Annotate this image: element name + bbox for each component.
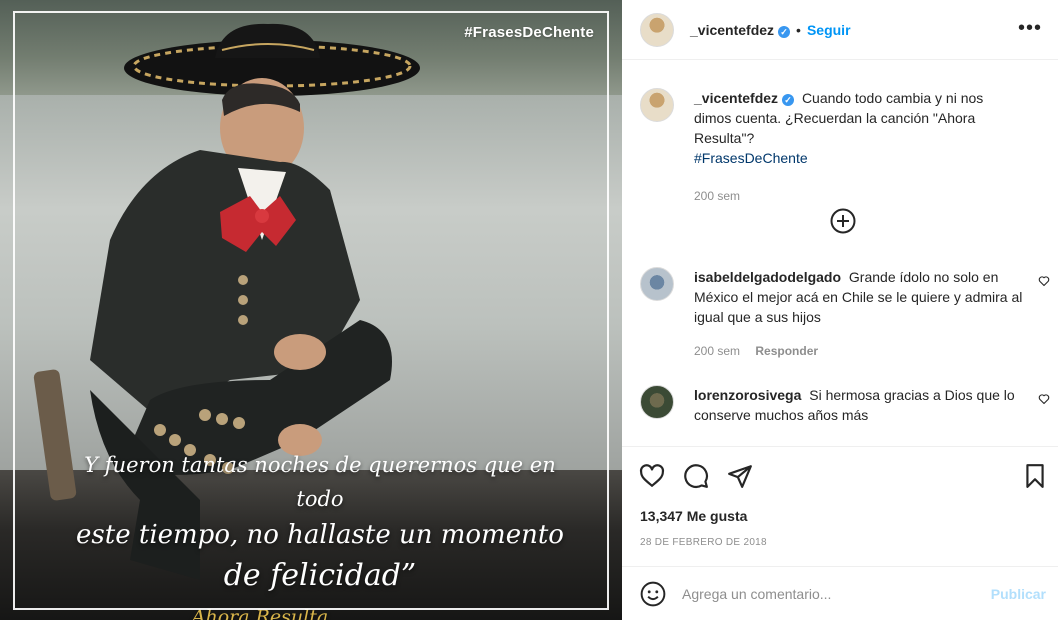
caption: _vicentefdez ✓ Cuando todo cambia y ni no… [640,88,1050,206]
author-avatar[interactable] [640,12,674,47]
verified-badge-icon: ✓ [778,25,791,38]
caption-body: _vicentefdez ✓ Cuando todo cambia y ni no… [694,88,1024,206]
likes-count[interactable]: 13,347 Me gusta [640,508,747,524]
commenter-username[interactable]: isabeldelgadodelgado [694,269,841,285]
post-image[interactable]: #FrasesDeChente Y fueron tantas noches d… [0,0,622,620]
comment-input[interactable] [682,585,972,602]
follow-button[interactable]: Seguir [807,22,851,38]
comment-bubble-icon[interactable] [683,463,709,489]
like-comment-heart-icon[interactable] [1038,275,1050,287]
caption-username[interactable]: _vicentefdez [694,90,778,106]
comment-item: isabeldelgadodelgado Grande ídolo no sol… [640,267,1050,361]
comment-meta: 200 sem Responder [694,341,1024,361]
publish-button[interactable]: Publicar [991,586,1046,602]
quote-line-2: este tiempo, no hallaste un momento [76,520,564,550]
comments-section[interactable]: _vicentefdez ✓ Cuando todo cambia y ni no… [622,60,1058,446]
post-actions: 13,347 Me gusta 28 DE FEBRERO DE 2018 [622,446,1058,566]
header-separator: • [796,21,801,38]
commenter-username[interactable]: lorenzorosivega [694,387,801,403]
author-username-text[interactable]: _vicentefdez [690,22,774,38]
comment-body: isabeldelgadodelgado Grande ídolo no sol… [694,267,1024,361]
commenter-avatar[interactable] [640,267,674,301]
quote-song-title: Ahora Resulta [191,606,329,620]
post-sidebar: _vicentefdez ✓ • Seguir ••• _vicentefdez ✓… [622,0,1058,620]
quote-line-1: Y fueron tantas noches de querernos que … [84,453,556,511]
quote-line-3: de felicidad” [223,558,417,593]
caption-author-avatar[interactable] [640,88,674,122]
author-username[interactable]: _vicentefdez ✓ [690,22,791,38]
hashtag-overlay: #FrasesDeChente [464,24,594,41]
like-comment-heart-icon[interactable] [1038,393,1050,405]
emoji-smiley-icon[interactable] [640,581,666,607]
save-bookmark-icon[interactable] [1022,463,1048,489]
post-header: _vicentefdez ✓ • Seguir ••• [622,0,1058,60]
caption-time[interactable]: 200 sem [694,186,1024,206]
commenter-avatar[interactable] [640,385,674,419]
add-comment-bar: Publicar [622,566,1058,620]
like-heart-icon[interactable] [639,463,665,489]
caption-verified-badge-icon: ✓ [782,94,795,106]
comment-item: lorenzorosivega Si hermosa gracias a Dio… [640,385,1050,425]
comment-time[interactable]: 200 sem [694,344,740,358]
comment-body: lorenzorosivega Si hermosa gracias a Dio… [694,385,1024,425]
more-options-icon[interactable]: ••• [1018,18,1042,38]
share-paper-plane-icon[interactable] [727,463,753,489]
post-date[interactable]: 28 DE FEBRERO DE 2018 [640,537,767,548]
caption-hashtag-link[interactable]: #FrasesDeChente [694,148,1024,168]
quote-text: Y fueron tantas noches de querernos que … [60,448,580,620]
reply-button[interactable]: Responder [755,344,818,358]
load-more-comments-icon[interactable] [830,208,856,234]
